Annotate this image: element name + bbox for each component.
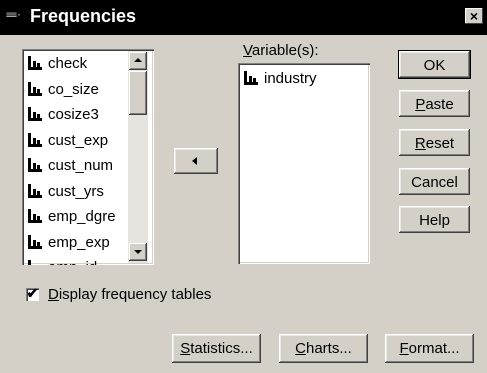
scroll-thumb[interactable] [129,71,147,115]
variables-label: Variable(s): [243,42,319,59]
list-item[interactable]: cosize3 [28,104,99,126]
scroll-up-arrow-icon [134,58,142,62]
variable-name: cust_exp [48,131,109,149]
numeric-variable-icon [244,71,258,85]
title-bar[interactable]: ≡≡· Frequencies × [0,0,487,35]
cancel-button[interactable]: Cancel [399,168,470,195]
display-frequency-tables-checkbox[interactable]: ✔ [26,285,39,301]
list-item[interactable]: check [28,53,87,75]
close-icon: × [469,8,479,24]
list-item[interactable]: cust_exp [28,130,108,152]
numeric-variable-icon [28,81,42,96]
paste-button[interactable]: Paste [399,90,470,117]
variable-name: check [48,55,88,72]
numeric-variable-icon [28,209,42,223]
variable-name: emp_dgre [48,208,116,225]
selected-variables-list[interactable]: industry [238,63,370,264]
list-item[interactable]: emp_dgre [28,206,116,228]
charts-button[interactable]: Charts... [279,334,368,363]
numeric-variable-icon [28,260,42,265]
source-list-scrollbar[interactable] [128,51,148,263]
variable-name: emp_exp [48,233,110,251]
numeric-variable-icon [28,158,42,172]
numeric-variable-icon [28,107,42,121]
list-item[interactable]: emp_exp [28,232,110,254]
variable-name: co_size [48,80,99,98]
scroll-down-arrow-icon [134,250,142,254]
variable-name: cust_num [48,157,114,174]
help-button[interactable]: Help [399,206,470,233]
list-item[interactable]: cust_num [28,155,113,177]
app-icon: ≡≡· [6,10,22,21]
statistics-button[interactable]: Statistics... [172,334,261,363]
numeric-variable-icon [28,234,42,249]
scroll-down-button[interactable] [129,243,147,261]
list-item[interactable]: co_size [28,79,99,101]
scroll-up-button[interactable] [129,52,147,70]
close-button[interactable]: × [465,8,483,24]
variable-name: industry [264,70,317,87]
move-variable-button[interactable] [174,148,218,174]
dialog-title: Frequencies [30,6,137,26]
numeric-variable-icon [28,56,42,70]
list-item[interactable]: cust_yrs [28,181,104,203]
checkmark-icon: ✔ [26,285,39,301]
numeric-variable-icon [28,132,42,147]
frequencies-dialog: ≡≡· Frequencies × check co_size cosize3 cus… [0,0,487,373]
format-button[interactable]: Format... [385,334,474,363]
variable-name: emp_id [48,259,97,265]
display-frequency-tables-label[interactable]: Display frequency tables [48,286,211,303]
variable-name: cosize3 [48,106,99,123]
ok-button[interactable]: OK [399,51,470,78]
numeric-variable-icon [28,183,42,198]
list-item[interactable]: emp_id [28,257,97,265]
reset-button[interactable]: Reset [399,129,470,156]
source-variable-list[interactable]: check co_size cosize3 cust_exp cust_num cust_… [22,49,154,265]
left-arrow-icon [192,157,197,165]
list-item[interactable]: industry [244,68,317,90]
variable-name: cust_yrs [48,182,104,200]
